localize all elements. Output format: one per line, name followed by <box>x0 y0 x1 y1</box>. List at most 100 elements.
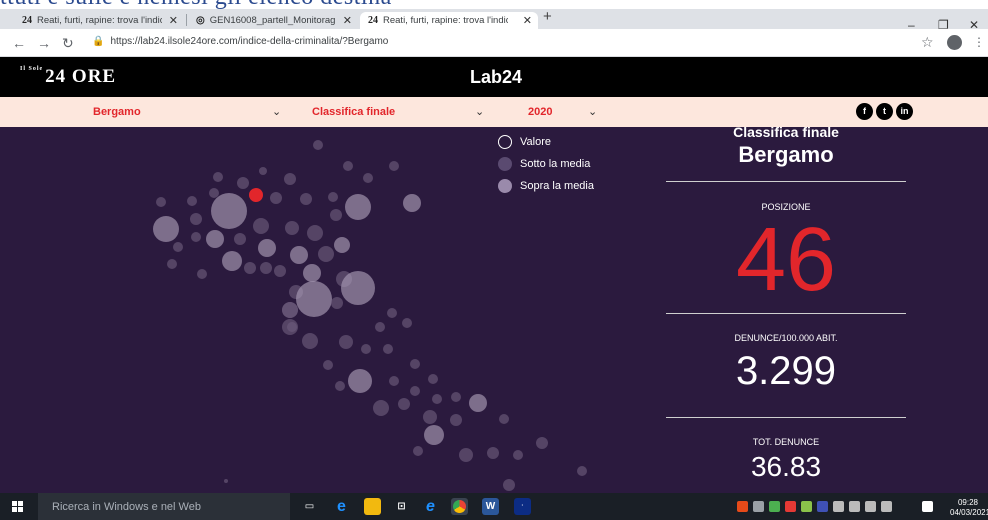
windows-start-icon[interactable] <box>12 501 23 512</box>
province-bubble[interactable] <box>503 479 515 491</box>
province-bubble[interactable] <box>313 140 323 150</box>
chevron-down-icon[interactable]: ⌄ <box>272 105 281 118</box>
province-bubble[interactable] <box>375 322 385 332</box>
province-bubble[interactable] <box>410 359 420 369</box>
reload-icon[interactable]: ↻ <box>62 35 74 52</box>
province-bubble[interactable] <box>234 233 246 245</box>
browser-menu-icon[interactable]: ⋮ <box>973 35 985 49</box>
province-bubble[interactable] <box>300 193 312 205</box>
province-bubble[interactable] <box>303 264 321 282</box>
province-bubble[interactable] <box>302 333 318 349</box>
province-bubble[interactable] <box>285 221 299 235</box>
url-field[interactable]: 🔒 https://lab24.ilsole24ore.com/indice-de… <box>92 36 388 47</box>
linkedin-icon[interactable]: in <box>896 103 913 120</box>
province-bubble[interactable] <box>190 213 202 225</box>
network-icon[interactable] <box>849 501 860 512</box>
browser-tab-2[interactable]: ◎ GEN16008_partell_Monitoraggio ✕ <box>188 12 358 29</box>
province-bubble[interactable] <box>361 344 371 354</box>
province-bubble[interactable] <box>244 262 256 274</box>
province-bubble[interactable] <box>469 394 487 412</box>
province-bubble[interactable] <box>343 161 353 171</box>
selected-bubble-bergamo[interactable] <box>249 188 263 202</box>
province-bubble[interactable] <box>173 242 183 252</box>
province-bubble[interactable] <box>410 386 420 396</box>
province-bubble[interactable] <box>318 246 334 262</box>
volume-icon[interactable] <box>881 501 892 512</box>
internet-explorer-icon[interactable]: e <box>422 498 439 515</box>
chrome-icon[interactable] <box>451 498 468 515</box>
province-bubble[interactable] <box>487 447 499 459</box>
province-bubble[interactable] <box>363 173 373 183</box>
province-bubble[interactable] <box>339 335 353 349</box>
province-bubble[interactable] <box>330 209 342 221</box>
province-bubble[interactable] <box>270 192 282 204</box>
tray-search-icon[interactable] <box>753 501 764 512</box>
province-bubble[interactable] <box>258 239 276 257</box>
province-bubble[interactable] <box>191 232 201 242</box>
taskbar-search-box[interactable]: Ricerca in Windows e nel Web <box>38 493 290 520</box>
word-icon[interactable]: W <box>482 498 499 515</box>
province-bubble[interactable] <box>224 479 228 483</box>
province-bubble[interactable] <box>334 237 350 253</box>
province-bubble[interactable] <box>432 394 442 404</box>
province-bubble[interactable] <box>253 218 269 234</box>
facebook-icon[interactable]: f <box>856 103 873 120</box>
battery-icon[interactable] <box>865 501 876 512</box>
province-bubble[interactable] <box>387 308 397 318</box>
province-bubble[interactable] <box>282 302 298 318</box>
close-tab-icon[interactable]: ✕ <box>523 14 532 27</box>
tray-app-icon[interactable] <box>769 501 780 512</box>
bookmark-star-icon[interactable]: ☆ <box>921 34 934 51</box>
province-bubble[interactable] <box>373 400 389 416</box>
province-bubble[interactable] <box>209 188 219 198</box>
province-bubble[interactable] <box>197 269 207 279</box>
province-bubble[interactable] <box>341 271 375 305</box>
close-tab-icon[interactable]: ✕ <box>343 14 352 27</box>
province-bubble[interactable] <box>211 193 247 229</box>
province-bubble[interactable] <box>153 216 179 242</box>
chevron-down-icon[interactable]: ⌄ <box>588 105 597 118</box>
province-bubble[interactable] <box>260 262 272 274</box>
province-bubble[interactable] <box>428 374 438 384</box>
province-bubble[interactable] <box>451 392 461 402</box>
province-bubble[interactable] <box>167 259 177 269</box>
province-bubble[interactable] <box>398 398 410 410</box>
province-bubble[interactable] <box>413 446 423 456</box>
province-bubble[interactable] <box>323 360 333 370</box>
province-bubble[interactable] <box>499 414 509 424</box>
tray-app-icon[interactable] <box>801 501 812 512</box>
file-explorer-icon[interactable] <box>364 498 381 515</box>
store-bag-icon[interactable]: ⊡ <box>393 498 410 515</box>
sole24ore-logo[interactable]: Il Sole 24 ORE <box>20 66 116 88</box>
close-tab-icon[interactable]: ✕ <box>169 14 178 27</box>
province-bubble[interactable] <box>402 318 412 328</box>
new-tab-plus-icon[interactable]: + <box>543 8 552 25</box>
year-select[interactable]: 2020 <box>528 106 552 118</box>
province-bubble[interactable] <box>389 376 399 386</box>
province-bubble[interactable] <box>536 437 548 449</box>
province-bubble[interactable] <box>259 167 267 175</box>
twitter-icon[interactable]: t <box>876 103 893 120</box>
province-bubble[interactable] <box>290 246 308 264</box>
province-bubble[interactable] <box>206 230 224 248</box>
province-bubble[interactable] <box>577 466 587 476</box>
province-bubble[interactable] <box>328 192 338 202</box>
lab24-logo[interactable]: Lab24 <box>470 67 522 88</box>
province-bubble[interactable] <box>423 410 437 424</box>
notification-icon[interactable] <box>922 501 933 512</box>
tray-app-icon[interactable] <box>833 501 844 512</box>
app-icon[interactable]: · <box>514 498 531 515</box>
province-bubble[interactable] <box>237 177 249 189</box>
province-bubble[interactable] <box>348 369 372 393</box>
province-bubble[interactable] <box>222 251 242 271</box>
province-bubble[interactable] <box>383 344 393 354</box>
province-bubble[interactable] <box>513 450 523 460</box>
province-bubble[interactable] <box>403 194 421 212</box>
tray-app-icon[interactable] <box>737 501 748 512</box>
edge-icon[interactable]: e <box>333 498 350 515</box>
province-bubble[interactable] <box>187 196 197 206</box>
province-bubble[interactable] <box>284 173 296 185</box>
ranking-select[interactable]: Classifica finale <box>312 106 395 118</box>
province-bubble[interactable] <box>156 197 166 207</box>
province-bubble[interactable] <box>213 172 223 182</box>
